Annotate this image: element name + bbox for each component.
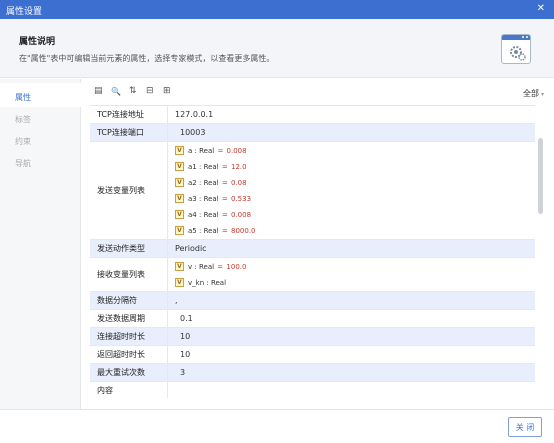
property-label: 数据分隔符 — [90, 292, 168, 309]
property-row[interactable]: 发送变量列表 — [90, 142, 535, 240]
property-value[interactable]: 10 — [169, 328, 190, 345]
property-row[interactable]: TCP连接地址 127.0.0.1 — [90, 106, 535, 124]
property-value[interactable]: 0.1 — [169, 310, 193, 327]
variable-item[interactable]: Va1 : Real = 12.0 — [175, 158, 247, 175]
variable-item[interactable]: Vv : Real = 100.0 — [175, 258, 246, 275]
property-label: 连接超时时长 — [90, 328, 168, 345]
property-row[interactable]: 连接超时时长 10 — [90, 328, 535, 346]
variable-icon: V — [175, 262, 184, 271]
sidebar-item-navigation[interactable]: 导航 — [0, 149, 81, 173]
variable-item[interactable]: Vv_kn : Real — [175, 274, 226, 291]
property-label: 接收变量列表 — [90, 258, 168, 291]
property-value[interactable] — [169, 382, 175, 398]
close-icon[interactable]: ✕ — [537, 3, 545, 14]
variable-item[interactable]: Va2 : Real = 0.08 — [175, 174, 247, 191]
info-heading: 属性说明 — [19, 37, 56, 47]
variable-icon: V — [175, 210, 184, 219]
variable-item[interactable]: Va3 : Real = 0.533 — [175, 190, 251, 207]
chevron-down-icon: ▾ — [540, 91, 544, 98]
settings-gear-icon — [501, 34, 531, 64]
window-title: 属性设置 — [6, 7, 43, 17]
property-value[interactable]: 10 — [169, 346, 190, 363]
property-label: 内容 — [90, 382, 168, 398]
property-value[interactable]: 10003 — [169, 124, 205, 141]
collapse-all-icon[interactable]: ⊟ — [146, 87, 154, 96]
property-label: 发送动作类型 — [90, 240, 168, 257]
property-label: TCP连接地址 — [90, 106, 168, 123]
property-row[interactable]: 数据分隔符 , — [90, 292, 535, 310]
variable-icon: V — [175, 226, 184, 235]
property-value[interactable]: 127.0.0.1 — [169, 106, 213, 123]
property-row[interactable]: TCP连接端口 10003 — [90, 124, 535, 142]
filter-dropdown[interactable]: 全部 ▾ — [523, 88, 544, 99]
search-icon[interactable]: 🔍 — [111, 87, 121, 96]
variable-item[interactable]: Va4 : Real = 0.008 — [175, 206, 251, 223]
sidebar-item-properties[interactable]: 属性 — [0, 83, 81, 107]
property-row[interactable]: 发送动作类型 Periodic — [90, 240, 535, 258]
property-value[interactable]: Periodic — [169, 240, 207, 257]
property-label: 返回超时时长 — [90, 346, 168, 363]
property-label: 发送变量列表 — [90, 142, 168, 239]
property-row[interactable]: 发送数据周期 0.1 — [90, 310, 535, 328]
property-label: TCP连接端口 — [90, 124, 168, 141]
title-bar: 属性设置 ✕ — [0, 0, 554, 19]
variable-icon: V — [175, 194, 184, 203]
property-row[interactable]: 内容 — [90, 382, 535, 398]
property-label: 发送数据周期 — [90, 310, 168, 327]
property-row[interactable]: 返回超时时长 10 — [90, 346, 535, 364]
variable-item[interactable]: Va : Real = 0.008 — [175, 142, 247, 159]
close-button[interactable]: 关 闭 — [508, 417, 542, 437]
info-description: 在"属性"表中可编辑当前元素的属性，选择专家模式，以查看更多属性。 — [19, 54, 275, 63]
sidebar: 属性 标签 约束 导航 — [0, 79, 81, 409]
sidebar-item-constraints[interactable]: 约束 — [0, 127, 81, 151]
variable-item[interactable]: Va5 : Real = 8000.0 — [175, 222, 256, 239]
sort-icon[interactable]: ⇅ — [129, 87, 137, 96]
property-value[interactable]: , — [169, 292, 178, 309]
property-row[interactable]: 接收变量列表 — [90, 258, 535, 292]
filter-label: 全部 — [522, 89, 539, 98]
toolbar: ▤ 🔍 ⇅ ⊟ ⊞ 全部 ▾ — [82, 79, 554, 105]
variable-icon: V — [175, 178, 184, 187]
scrollbar[interactable] — [538, 138, 543, 214]
expand-icon[interactable]: ▤ — [94, 87, 103, 96]
variable-icon: V — [175, 162, 184, 171]
variable-icon: V — [175, 146, 184, 155]
sidebar-item-tags[interactable]: 标签 — [0, 105, 81, 129]
property-row[interactable]: 最大重试次数 3 — [90, 364, 535, 382]
footer: 关 闭 — [0, 409, 554, 443]
property-grid: TCP连接地址 127.0.0.1 TCP连接端口 10003 发送变量列表 V… — [90, 105, 535, 398]
property-value[interactable]: 3 — [169, 364, 185, 381]
property-label: 最大重试次数 — [90, 364, 168, 381]
expand-all-icon[interactable]: ⊞ — [163, 87, 171, 96]
info-panel: 属性说明 在"属性"表中可编辑当前元素的属性，选择专家模式，以查看更多属性。 — [0, 19, 554, 78]
variable-icon: V — [175, 278, 184, 287]
